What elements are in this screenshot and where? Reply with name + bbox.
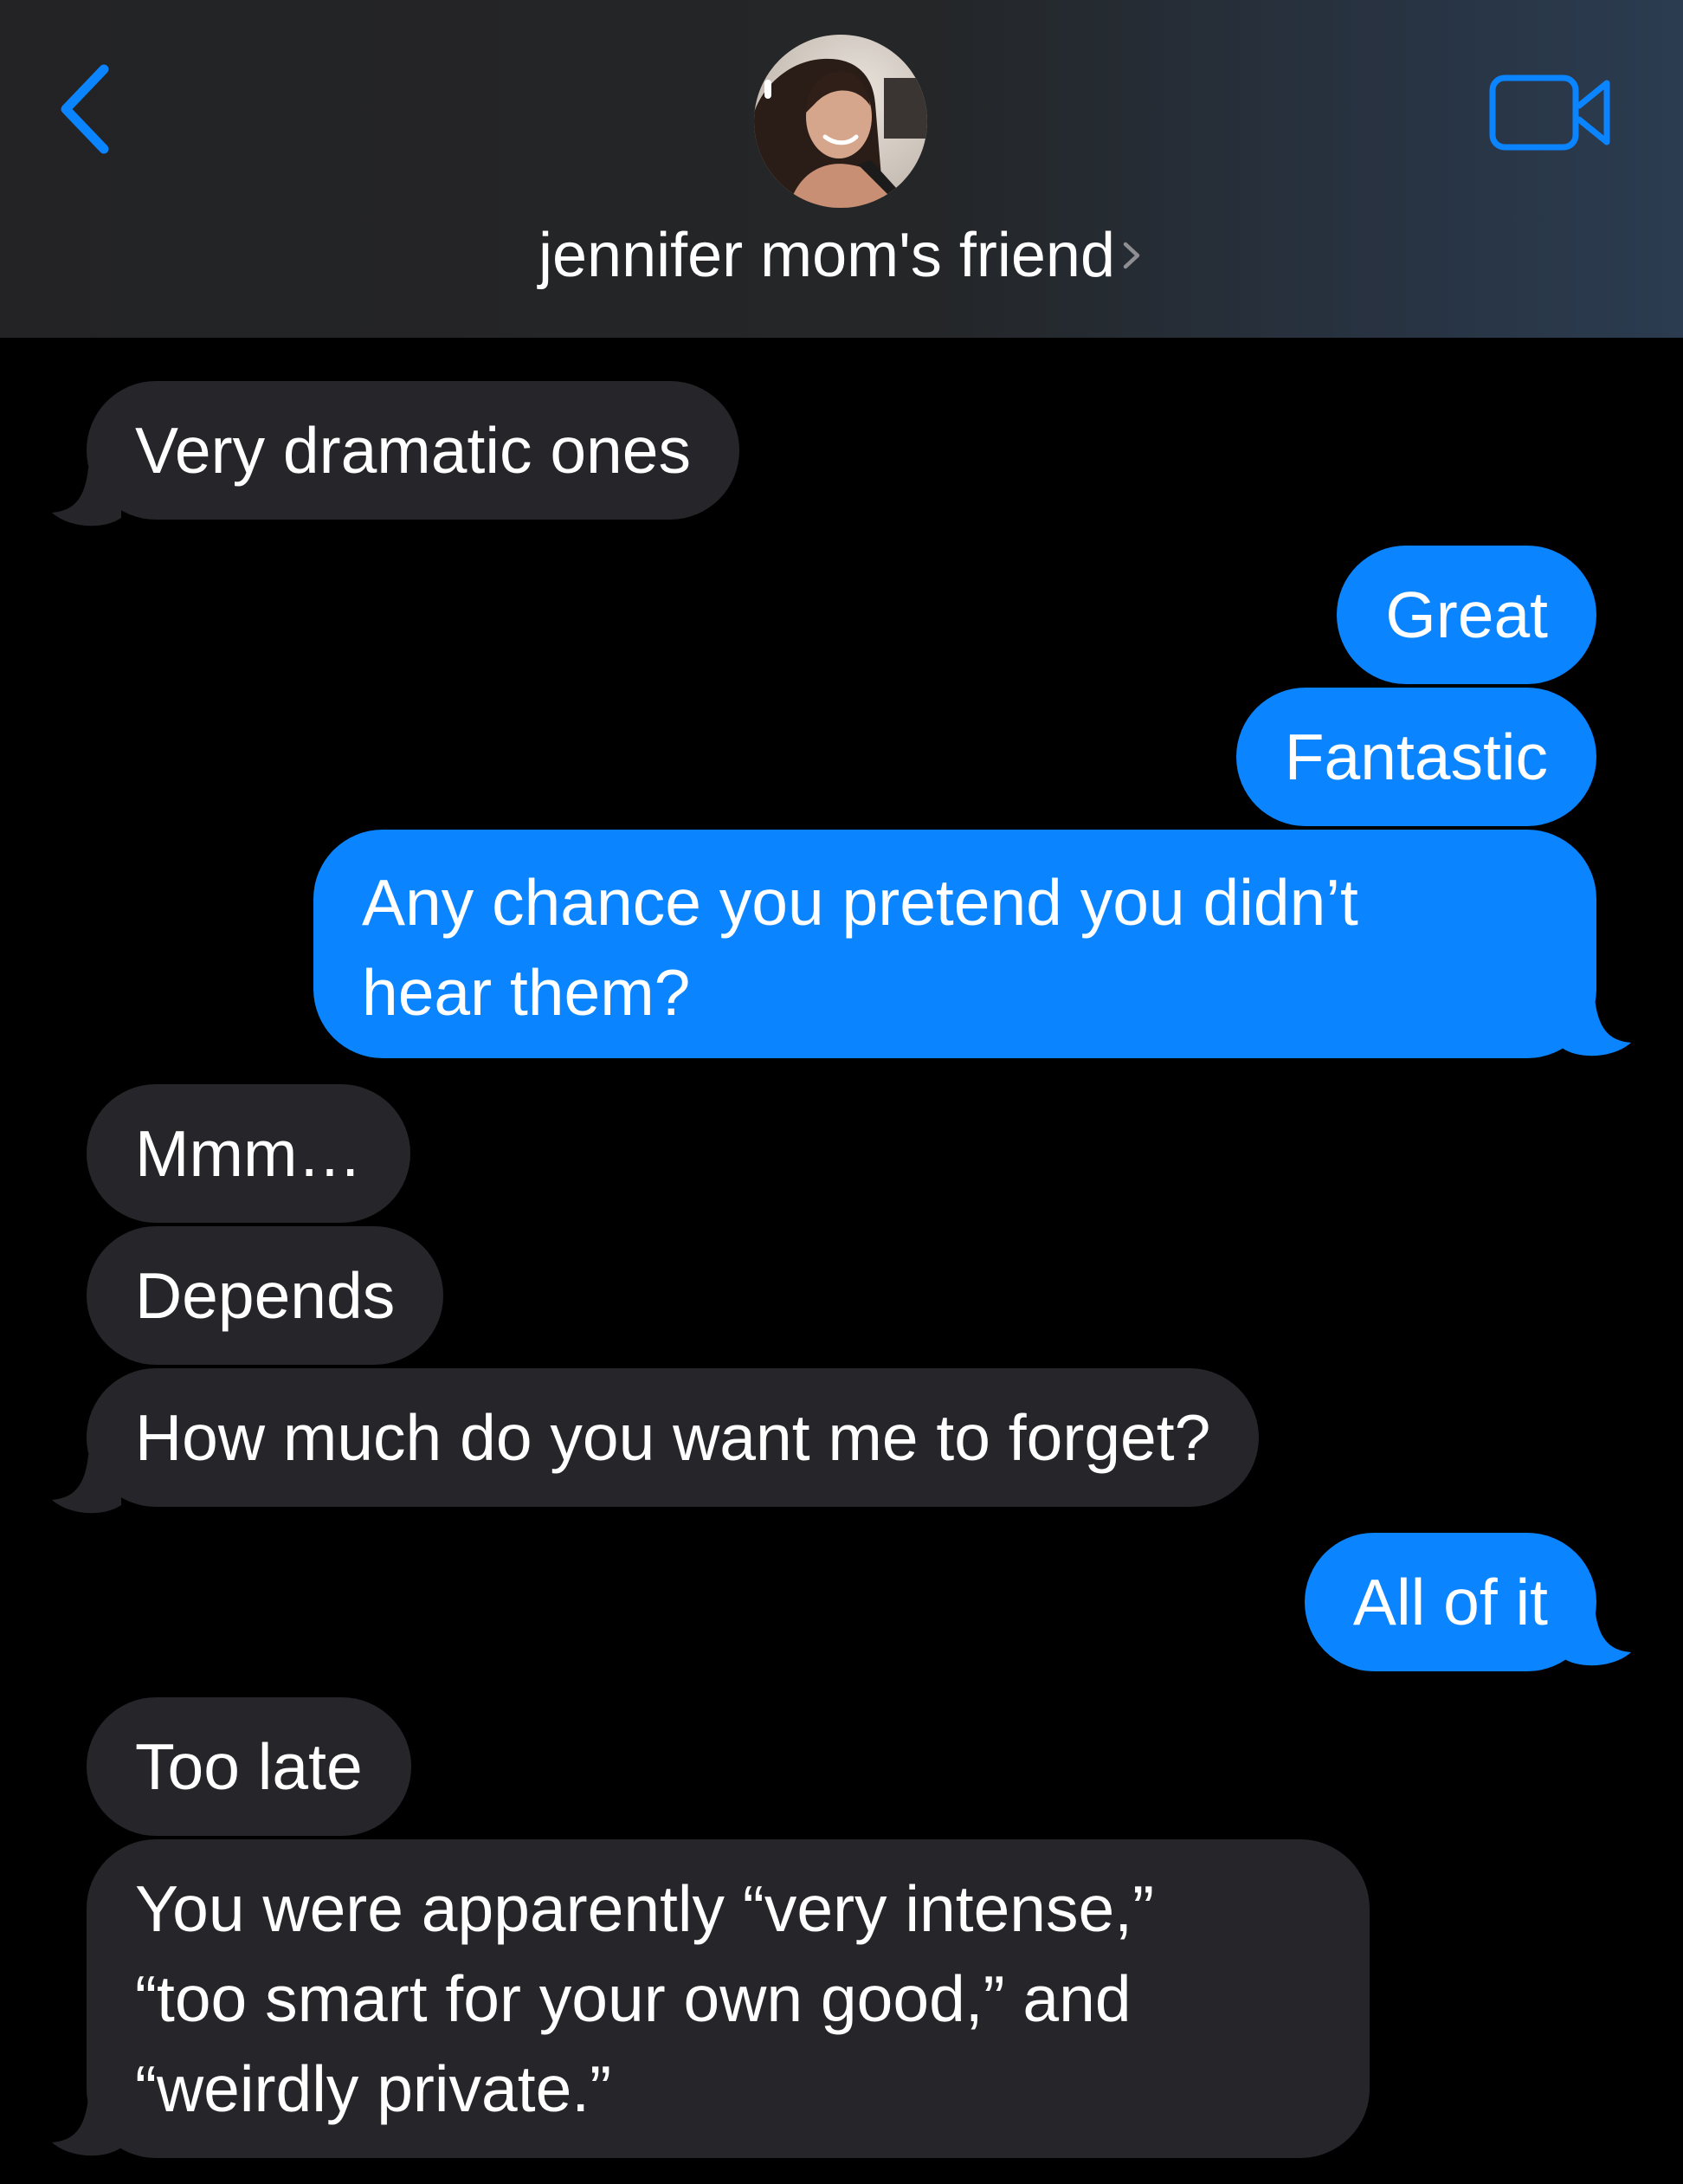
message-bubble-incoming[interactable]: Very dramatic ones: [87, 381, 739, 520]
bubble-tail: [52, 2097, 121, 2156]
bubble-tail: [52, 1455, 121, 1514]
message-text: How much do you want me to forget?: [135, 1401, 1211, 1474]
contact-name-label: jennifer mom's friend: [538, 221, 1115, 290]
message-bubble-outgoing[interactable]: Any chance you pretend you didn’t hear t…: [313, 830, 1596, 1058]
message-bubble-outgoing[interactable]: Fantastic: [1235, 688, 1596, 826]
message-text: All of it: [1352, 1566, 1548, 1638]
message-text-line: You were apparently “very intense,”: [135, 1872, 1155, 1945]
chevron-left-icon: [61, 64, 109, 154]
contact-name-button[interactable]: jennifer mom's friend: [0, 212, 1683, 299]
chevron-right-icon: [1123, 242, 1140, 269]
message-text: Mmm…: [135, 1117, 363, 1190]
message-text-line: hear them?: [362, 956, 691, 1029]
message-text: Fantastic: [1284, 720, 1548, 793]
message-text-line: “too smart for your own good,” and: [135, 1962, 1132, 2035]
avatar-photo: [754, 35, 927, 208]
contact-avatar[interactable]: [754, 35, 927, 208]
bubble-tail: [1562, 998, 1631, 1056]
video-camera-icon: [1489, 74, 1610, 151]
message-text: Depends: [135, 1259, 396, 1332]
message-bubble-incoming[interactable]: Depends: [87, 1226, 444, 1365]
message-bubble-incoming[interactable]: You were apparently “very intense,” “too…: [87, 1839, 1370, 2158]
back-button[interactable]: [50, 54, 128, 166]
message-bubble-outgoing[interactable]: Great: [1337, 546, 1596, 684]
video-call-button[interactable]: [1489, 71, 1615, 154]
conversation-header: jennifer mom's friend: [0, 0, 1683, 338]
bubble-tail: [52, 468, 121, 527]
message-bubble-outgoing[interactable]: All of it: [1304, 1533, 1596, 1671]
message-bubble-incoming[interactable]: Mmm…: [87, 1084, 411, 1223]
message-bubble-incoming[interactable]: How much do you want me to forget?: [87, 1368, 1260, 1507]
message-text: Great: [1385, 578, 1548, 651]
message-text: Too late: [135, 1730, 363, 1803]
message-text: Very dramatic ones: [135, 414, 691, 487]
message-bubble-incoming[interactable]: Too late: [87, 1697, 411, 1836]
message-text-line: “weirdly private.”: [135, 2052, 612, 2125]
message-text-line: Any chance you pretend you didn’t: [362, 866, 1358, 939]
bubble-tail: [1562, 1607, 1631, 1666]
